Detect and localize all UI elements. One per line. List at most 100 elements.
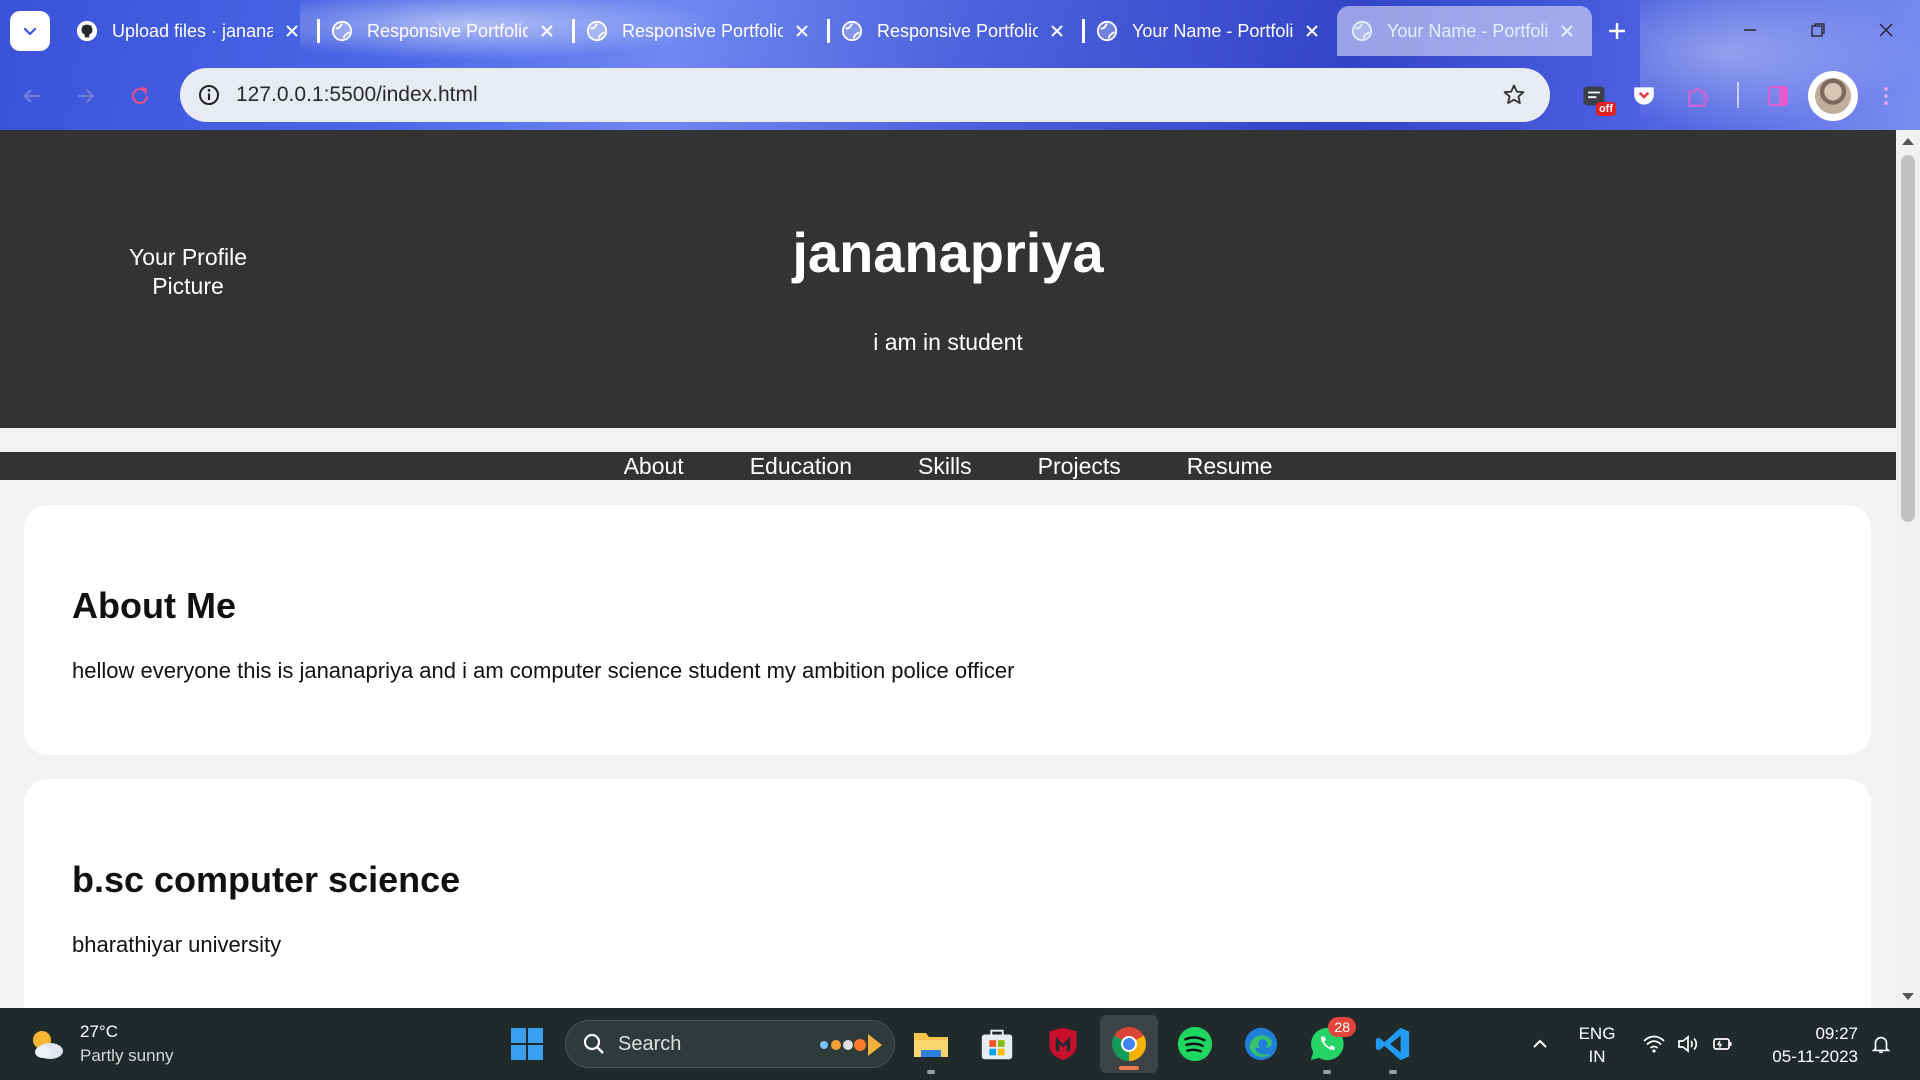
minimize-button[interactable] [1716, 0, 1784, 60]
page-scrollbar[interactable] [1896, 130, 1920, 1008]
extension-off-badge: off [1595, 102, 1616, 116]
tab-1[interactable]: Responsive Portfolio [317, 6, 572, 56]
mcafee-shield-icon [1049, 1027, 1077, 1061]
search-label: Search [618, 1032, 682, 1055]
edge-icon [1244, 1027, 1278, 1061]
chrome-icon [1112, 1027, 1146, 1061]
close-tab-icon[interactable] [536, 20, 558, 42]
chevron-down-icon [23, 27, 37, 36]
globe-icon [1096, 20, 1118, 42]
nav-link-about[interactable]: About [624, 452, 684, 480]
avatar [1815, 78, 1851, 114]
site-info-icon[interactable] [194, 80, 224, 110]
tab-0[interactable]: Upload files · jananapriya [62, 6, 317, 56]
vscode-app[interactable] [1372, 1023, 1414, 1074]
nav-link-education[interactable]: Education [750, 452, 852, 480]
browser-toolbar: 127.0.0.1:5500/index.html off [0, 62, 1920, 128]
nav-link-skills[interactable]: Skills [918, 452, 972, 480]
tab-title: Your Name - Portfolio [1132, 20, 1293, 41]
globe-icon [1351, 20, 1373, 42]
globe-icon [586, 20, 608, 42]
show-hidden-icons-button[interactable] [1520, 1008, 1560, 1080]
url-text[interactable]: 127.0.0.1:5500/index.html [236, 83, 1498, 107]
language-region: IN [1588, 1047, 1606, 1066]
windows-taskbar: 27°C Partly sunny Search 28 ENG IN 09:27… [0, 1008, 1920, 1080]
reload-button[interactable] [122, 78, 158, 114]
whatsapp-notification-badge: 28 [1328, 1017, 1356, 1037]
nav-link-resume[interactable]: Resume [1187, 452, 1273, 480]
browser-menu-button[interactable] [1868, 78, 1904, 114]
taskbar-search[interactable]: Search [565, 1020, 895, 1068]
chrome-app[interactable] [1100, 1015, 1158, 1073]
weather-widget[interactable]: 27°C Partly sunny [26, 1020, 174, 1068]
extension-button[interactable]: off [1576, 78, 1616, 116]
tab-title: Upload files · jananapriya [112, 20, 273, 41]
file-explorer-app[interactable] [910, 1023, 952, 1074]
arrow-left-icon [23, 89, 40, 103]
close-icon [1879, 23, 1893, 37]
microsoft-store-app[interactable] [976, 1023, 1018, 1065]
spotify-app[interactable] [1174, 1023, 1216, 1065]
new-tab-button[interactable] [1592, 6, 1642, 56]
close-tab-icon[interactable] [281, 20, 303, 42]
side-panel-button[interactable] [1760, 78, 1796, 114]
edge-app[interactable] [1240, 1023, 1282, 1065]
close-tab-icon[interactable] [1046, 20, 1068, 42]
tab-5-active[interactable]: Your Name - Portfolio [1337, 6, 1592, 56]
close-tab-icon[interactable] [1556, 20, 1578, 42]
notifications-button[interactable] [1864, 1008, 1898, 1080]
tab-search-button[interactable] [10, 11, 50, 51]
bookmark-star-icon[interactable] [1498, 79, 1530, 111]
restore-button[interactable] [1784, 0, 1852, 60]
weather-temperature: 27°C [80, 1022, 118, 1041]
address-bar[interactable]: 127.0.0.1:5500/index.html [180, 68, 1550, 122]
tab-title: Responsive Portfolio [622, 20, 783, 41]
input-language-indicator[interactable]: ENG IN [1576, 1022, 1618, 1068]
about-section: About Me hellow everyone this is jananap… [24, 505, 1871, 755]
windows-logo-icon [511, 1028, 543, 1060]
language-code: ENG [1578, 1024, 1616, 1043]
site-header: Your Profile Picture jananapriya i am in… [0, 130, 1896, 428]
puzzle-icon [1688, 87, 1709, 107]
scroll-up-arrow-icon[interactable] [1902, 138, 1914, 145]
clock-time: 09:27 [1815, 1024, 1858, 1043]
store-icon [981, 1029, 1013, 1060]
tab-3[interactable]: Responsive Portfolio [827, 6, 1082, 56]
pocket-button[interactable] [1626, 78, 1662, 114]
tab-4[interactable]: Your Name - Portfolio [1082, 6, 1337, 56]
site-tagline: i am in student [873, 329, 1023, 355]
mcafee-app[interactable] [1042, 1023, 1084, 1065]
chevron-up-icon [1533, 1039, 1547, 1048]
profile-avatar-button[interactable] [1808, 71, 1858, 121]
close-window-button[interactable] [1852, 0, 1920, 60]
forward-button[interactable] [68, 78, 104, 114]
minimize-icon [1744, 29, 1756, 31]
restore-icon [1811, 23, 1825, 37]
spotify-icon [1177, 1026, 1213, 1062]
whatsapp-app[interactable]: 28 [1306, 1017, 1356, 1074]
toolbar-separator [1737, 82, 1739, 108]
weather-condition: Partly sunny [80, 1046, 174, 1065]
education-section: b.sc computer science bharathiyar univer… [24, 779, 1871, 1008]
close-tab-icon[interactable] [1301, 20, 1323, 42]
about-heading: About Me [72, 585, 236, 626]
more-vertical-icon [1884, 87, 1888, 105]
tab-title: Responsive Portfolio [367, 20, 528, 41]
window-controls [1716, 0, 1920, 60]
nav-link-projects[interactable]: Projects [1038, 452, 1121, 480]
back-button[interactable] [14, 78, 50, 114]
tab-title: Responsive Portfolio [877, 20, 1038, 41]
scroll-down-arrow-icon[interactable] [1902, 993, 1914, 1000]
start-button[interactable] [506, 1023, 548, 1065]
scrollbar-thumb[interactable] [1901, 155, 1915, 522]
close-tab-icon[interactable] [791, 20, 813, 42]
tab-2[interactable]: Responsive Portfolio [572, 6, 827, 56]
folder-icon [914, 1033, 948, 1057]
quick-settings-button[interactable] [1634, 1008, 1742, 1080]
system-clock[interactable]: 09:27 05-11-2023 [1754, 1022, 1858, 1068]
browser-chrome: Upload files · jananapriya Responsive Po… [0, 0, 1920, 130]
plus-icon [1609, 23, 1625, 39]
notification-bell-icon [1871, 1036, 1891, 1054]
extensions-menu-button[interactable] [1680, 78, 1716, 114]
search-highlight-icon [820, 1034, 882, 1056]
